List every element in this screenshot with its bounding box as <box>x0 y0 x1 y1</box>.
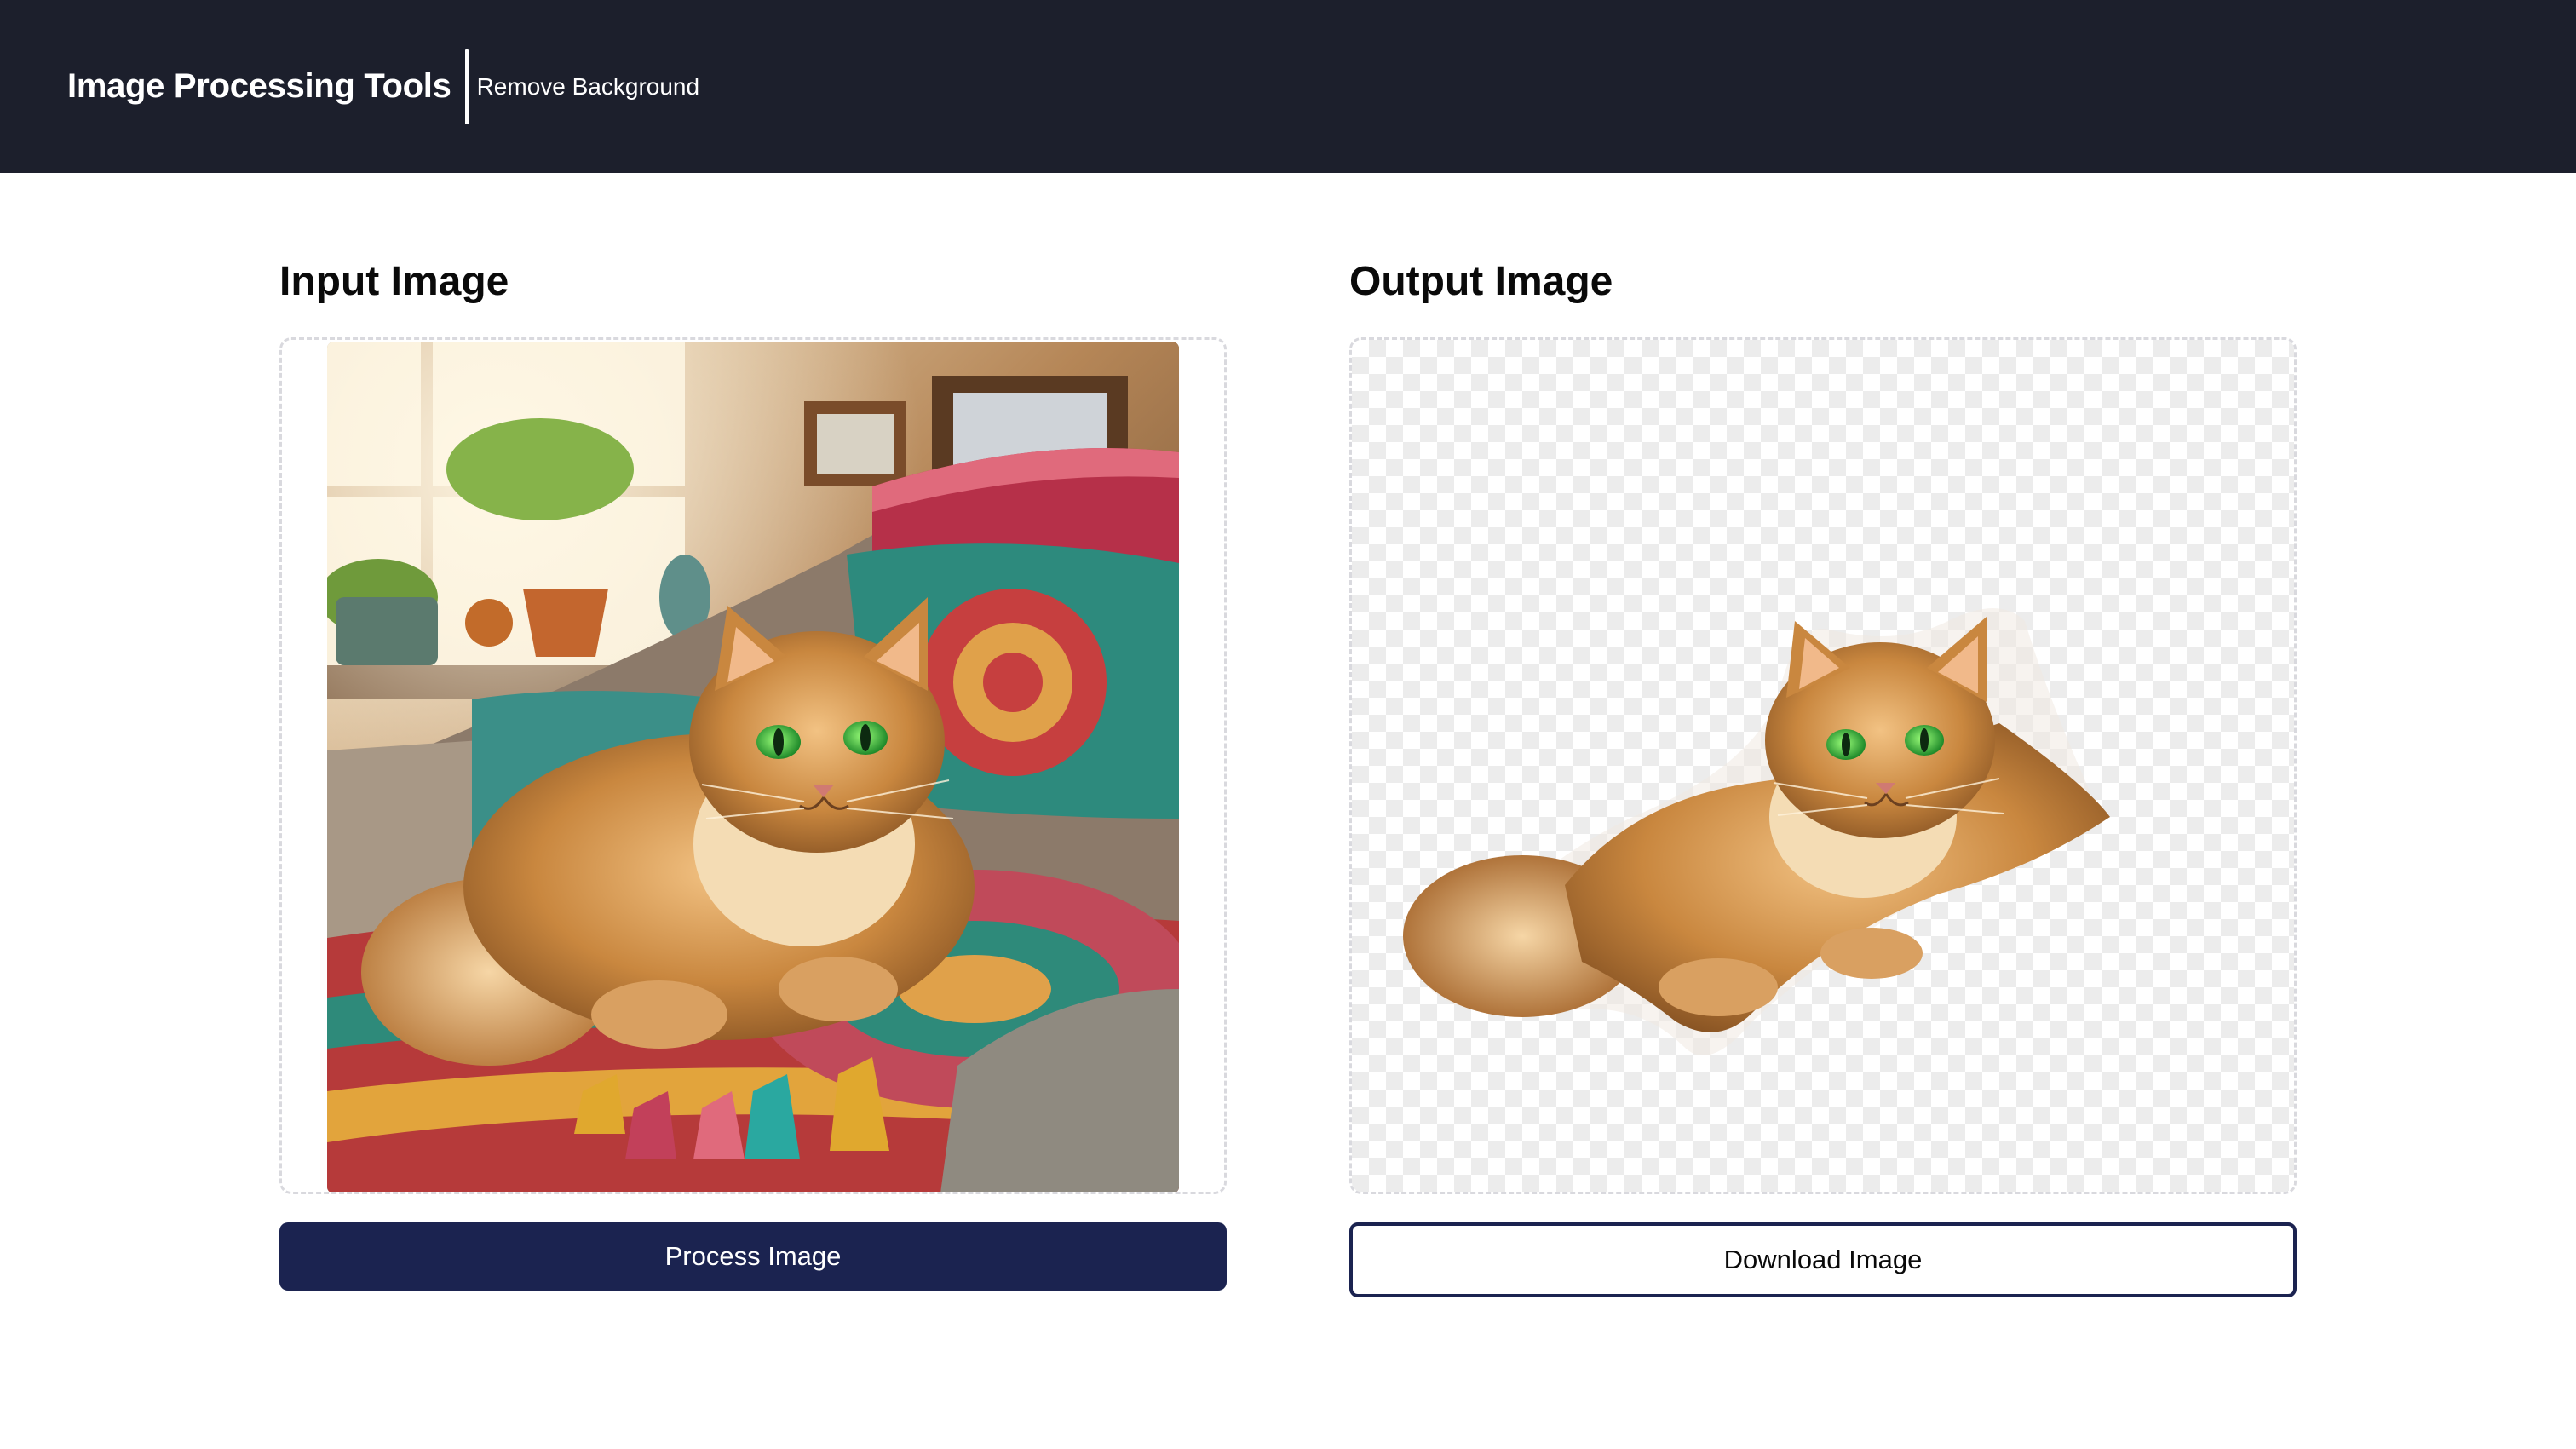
nav-divider <box>464 49 469 124</box>
input-photo-illustration <box>327 342 1179 1192</box>
top-navbar: Image Processing Tools Remove Background <box>0 0 2576 173</box>
nav-link-remove-background[interactable]: Remove Background <box>477 73 699 101</box>
app-title: Image Processing Tools <box>67 67 451 105</box>
output-panel: Output Image Download Image <box>1349 256 2297 1297</box>
input-image-title: Input Image <box>279 259 509 304</box>
output-image <box>1403 608 2110 1055</box>
output-image-title: Output Image <box>1349 259 1613 304</box>
input-image-dropzone[interactable] <box>279 337 1227 1194</box>
input-panel: Input Image Process Image <box>279 256 1227 1291</box>
process-image-button[interactable]: Process Image <box>279 1222 1227 1291</box>
download-image-button[interactable]: Download Image <box>1349 1222 2297 1297</box>
output-image-frame <box>1349 337 2297 1194</box>
input-image <box>327 342 1179 1192</box>
